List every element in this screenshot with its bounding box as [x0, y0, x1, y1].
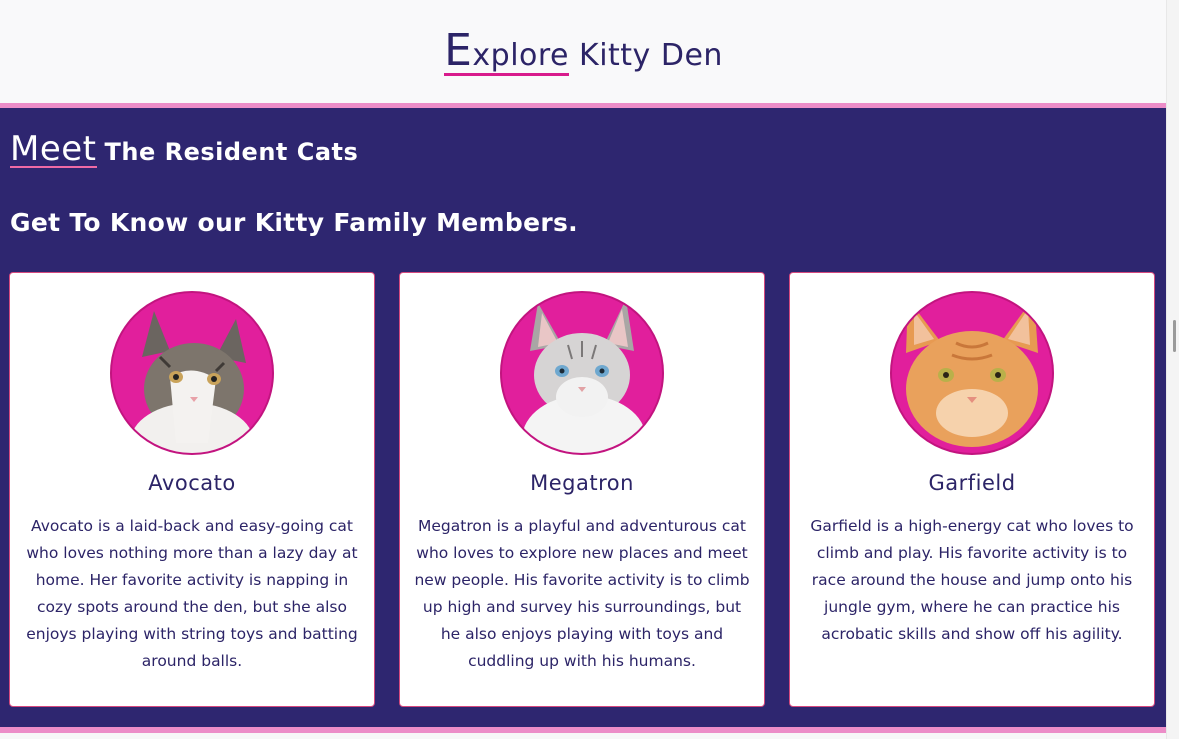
tabby-white-cat-icon — [130, 311, 254, 453]
section-heading-underlined-word: Meet — [10, 129, 97, 169]
cat-card-avocato: Avocato Avocato is a laid-back and easy-… — [9, 272, 375, 707]
cat-avatar-megatron — [500, 291, 664, 455]
cat-card-garfield: Garfield Garfield is a high-energy cat w… — [789, 272, 1155, 707]
site-header: Explore Kitty Den — [0, 0, 1167, 104]
cat-card-megatron: Megatron Megatron is a playful and adven… — [399, 272, 765, 707]
page: Explore Kitty Den Meet The Resident Cats G… — [0, 0, 1167, 739]
site-title-underlined-word: Explore — [444, 24, 570, 76]
site-title-rest: Kitty Den — [579, 37, 723, 73]
scrollbar-thumb[interactable] — [1173, 320, 1176, 352]
cat-name: Megatron — [530, 471, 634, 495]
cat-avatar-garfield — [890, 291, 1054, 455]
section-bottom-border — [0, 727, 1167, 733]
cat-cards: Avocato Avocato is a laid-back and easy-… — [9, 272, 1159, 707]
section-subheading: Get To Know our Kitty Family Members. — [10, 208, 578, 237]
cat-description: Megatron is a playful and adventurous ca… — [414, 517, 750, 670]
cat-description: Avocato is a laid-back and easy-going ca… — [26, 517, 358, 670]
resident-cats-section: Meet The Resident Cats Get To Know our Ki… — [0, 103, 1167, 729]
vertical-scrollbar[interactable] — [1166, 0, 1179, 739]
cat-name: Avocato — [148, 471, 236, 495]
cat-avatar-avocato — [110, 291, 274, 455]
section-heading: Meet The Resident Cats — [10, 129, 359, 169]
cat-description: Garfield is a high-energy cat who loves … — [810, 517, 1134, 643]
site-title: Explore Kitty Den — [444, 24, 723, 76]
orange-tabby-cat-icon — [906, 297, 1038, 447]
lynx-point-cat-icon — [522, 299, 646, 453]
cat-name: Garfield — [928, 471, 1016, 495]
